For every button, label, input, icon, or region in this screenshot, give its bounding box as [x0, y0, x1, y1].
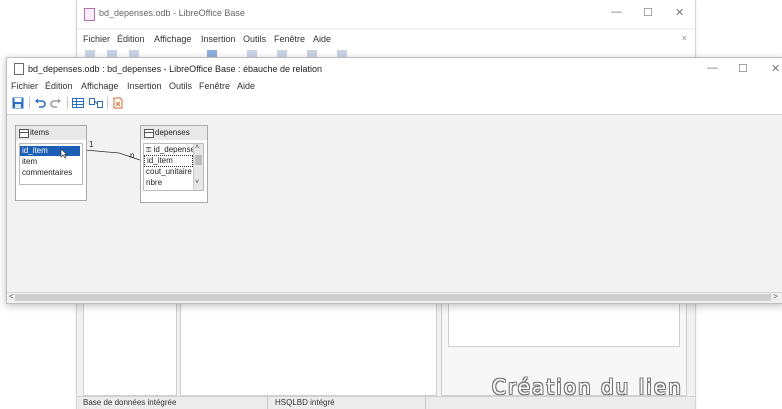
mouse-cursor-icon [60, 148, 68, 159]
field-id-item[interactable]: id_item [144, 155, 193, 167]
title-bar[interactable]: bd_depenses.odb : bd_depenses - LibreOff… [7, 58, 782, 80]
menu-insertion[interactable]: Insertion [127, 81, 162, 91]
relation-canvas[interactable]: 1 n items id_item item commentaires depe… [7, 114, 782, 293]
background-menu-bar: Fichier Édition Affichage Insertion Outi… [77, 30, 695, 48]
field-list: ⚿ id_depenses id_item cout_unitaire nbre… [143, 143, 204, 191]
menu-fichier[interactable]: Fichier [11, 81, 38, 91]
relation-cardinality-one: 1 [89, 140, 94, 149]
status-engine: HSQLBD intégré [275, 398, 335, 407]
scroll-left-icon[interactable]: < [9, 292, 14, 301]
window-title: bd_depenses.odb : bd_depenses - LibreOff… [28, 64, 323, 74]
close-button[interactable]: ✕ [675, 6, 684, 19]
toolbar-separator [29, 97, 30, 109]
menu-outils[interactable]: Outils [169, 81, 192, 91]
table-icon [19, 129, 29, 138]
close-button[interactable]: ✕ [771, 62, 780, 75]
base-document-icon [84, 8, 95, 21]
status-db-type: Base de données intégrée [83, 398, 177, 407]
menu-outils[interactable]: Outils [243, 34, 266, 44]
document-icon [14, 63, 24, 75]
relation-design-window: bd_depenses.odb : bd_depenses - LibreOff… [6, 57, 782, 304]
field-list-scrollbar[interactable]: ˄ ˅ [193, 144, 203, 190]
field-commentaires[interactable]: commentaires [20, 168, 80, 178]
table-name: depenses [155, 128, 190, 137]
delete-icon[interactable] [111, 96, 125, 110]
field-nbre[interactable]: nbre [144, 178, 193, 188]
minimize-button[interactable]: — [611, 6, 622, 18]
horizontal-scrollbar[interactable]: < > [7, 292, 782, 303]
menu-aide[interactable]: Aide [237, 81, 255, 91]
background-title-bar[interactable]: bd_depenses.odb - LibreOffice Base — ☐ ✕ [77, 0, 695, 28]
status-separator [425, 397, 426, 409]
menu-edition[interactable]: Édition [45, 81, 73, 91]
add-table-icon[interactable] [71, 96, 85, 110]
scroll-right-icon[interactable]: > [773, 292, 778, 301]
table-header[interactable]: depenses [141, 126, 207, 140]
field-id-item[interactable]: id_item [20, 146, 80, 156]
menu-aide[interactable]: Aide [313, 34, 331, 44]
scroll-thumb[interactable] [195, 155, 202, 165]
field-item[interactable]: item [20, 157, 80, 167]
menu-insertion[interactable]: Insertion [201, 34, 236, 44]
database-panel[interactable] [83, 300, 177, 396]
redo-icon[interactable] [49, 96, 63, 110]
preview-box [448, 301, 680, 347]
menu-fichier[interactable]: Fichier [83, 34, 110, 44]
menu-fenetre[interactable]: Fenêtre [274, 34, 305, 44]
table-name: items [30, 128, 50, 137]
table-window-items[interactable]: items id_item item commentaires [15, 125, 87, 201]
background-window-title: bd_depenses.odb - LibreOffice Base [99, 8, 245, 18]
relation-cardinality-many: n [130, 151, 135, 160]
undo-icon[interactable] [33, 96, 47, 110]
field-cout-unitaire[interactable]: cout_unitaire [144, 167, 193, 177]
minimize-button[interactable]: — [707, 62, 718, 74]
menu-bar: Fichier Édition Affichage Insertion Outi… [7, 80, 782, 94]
menu-edition[interactable]: Édition [117, 34, 145, 44]
menu-affichage[interactable]: Affichage [81, 81, 118, 91]
save-icon[interactable] [11, 96, 25, 110]
tasks-panel[interactable] [180, 300, 437, 396]
table-header[interactable]: items [16, 126, 86, 140]
field-name: id_depenses [153, 145, 193, 154]
toolbar-separator [107, 97, 108, 109]
close-document-button[interactable]: × [682, 33, 687, 43]
toolbar [7, 94, 782, 112]
scroll-down-icon[interactable]: ˅ [195, 179, 199, 186]
scroll-thumb[interactable] [15, 294, 771, 301]
table-icon [144, 129, 154, 138]
maximize-button[interactable]: ☐ [738, 62, 748, 75]
relation-connector[interactable] [7, 115, 782, 293]
scroll-up-icon[interactable]: ˄ [195, 144, 199, 151]
key-icon: ⚿ [146, 147, 152, 154]
field-id-depenses[interactable]: ⚿ id_depenses [144, 145, 193, 155]
tutorial-caption: Création du lien [492, 375, 683, 399]
menu-fenetre[interactable]: Fenêtre [199, 81, 230, 91]
status-separator [267, 397, 268, 409]
table-window-depenses[interactable]: depenses ⚿ id_depenses id_item cout_unit… [140, 125, 208, 203]
new-relation-icon[interactable] [89, 96, 103, 110]
toolbar-separator [67, 97, 68, 109]
field-list: id_item item commentaires [19, 143, 83, 185]
maximize-button[interactable]: ☐ [643, 6, 653, 19]
menu-affichage[interactable]: Affichage [154, 34, 191, 44]
